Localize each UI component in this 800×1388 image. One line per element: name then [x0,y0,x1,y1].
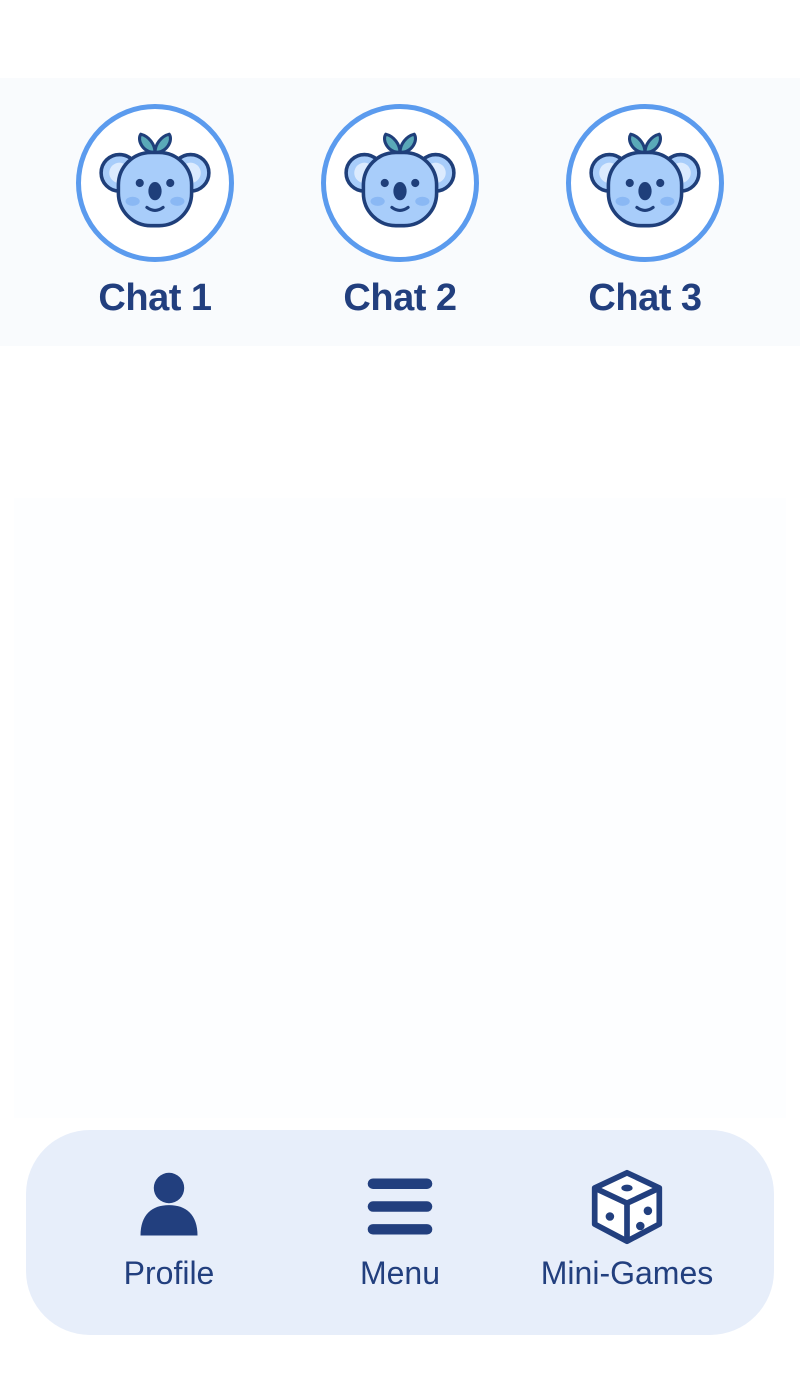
koala-avatar-icon [344,132,456,228]
koala-avatar-icon [99,132,211,228]
nav-menu-button[interactable]: Menu [290,1168,510,1298]
chat-item-3[interactable]: Chat 3 [545,104,745,334]
nav-profile-label: Profile [123,1255,215,1291]
chat-item-2[interactable]: Chat 2 [300,104,500,334]
chat-avatar [566,104,724,262]
chat-label: Chat 2 [343,277,457,319]
chat-label: Chat 3 [588,277,702,319]
nav-menu-label: Menu [359,1255,441,1291]
person-icon [129,1168,209,1246]
main-content-area [14,498,786,1118]
chat-avatar [321,104,479,262]
hamburger-menu-icon [360,1168,440,1246]
chat-avatar [76,104,234,262]
dice-icon [587,1168,667,1246]
nav-profile-button[interactable]: Profile [59,1168,279,1298]
nav-mini-games-button[interactable]: Mini-Games [517,1168,737,1298]
chat-label: Chat 1 [98,277,212,319]
nav-mini-games-label: Mini-Games [540,1255,714,1291]
bottom-navigation: Profile Menu Mini-Games [26,1130,774,1335]
koala-avatar-icon [589,132,701,228]
chat-item-1[interactable]: Chat 1 [55,104,255,334]
